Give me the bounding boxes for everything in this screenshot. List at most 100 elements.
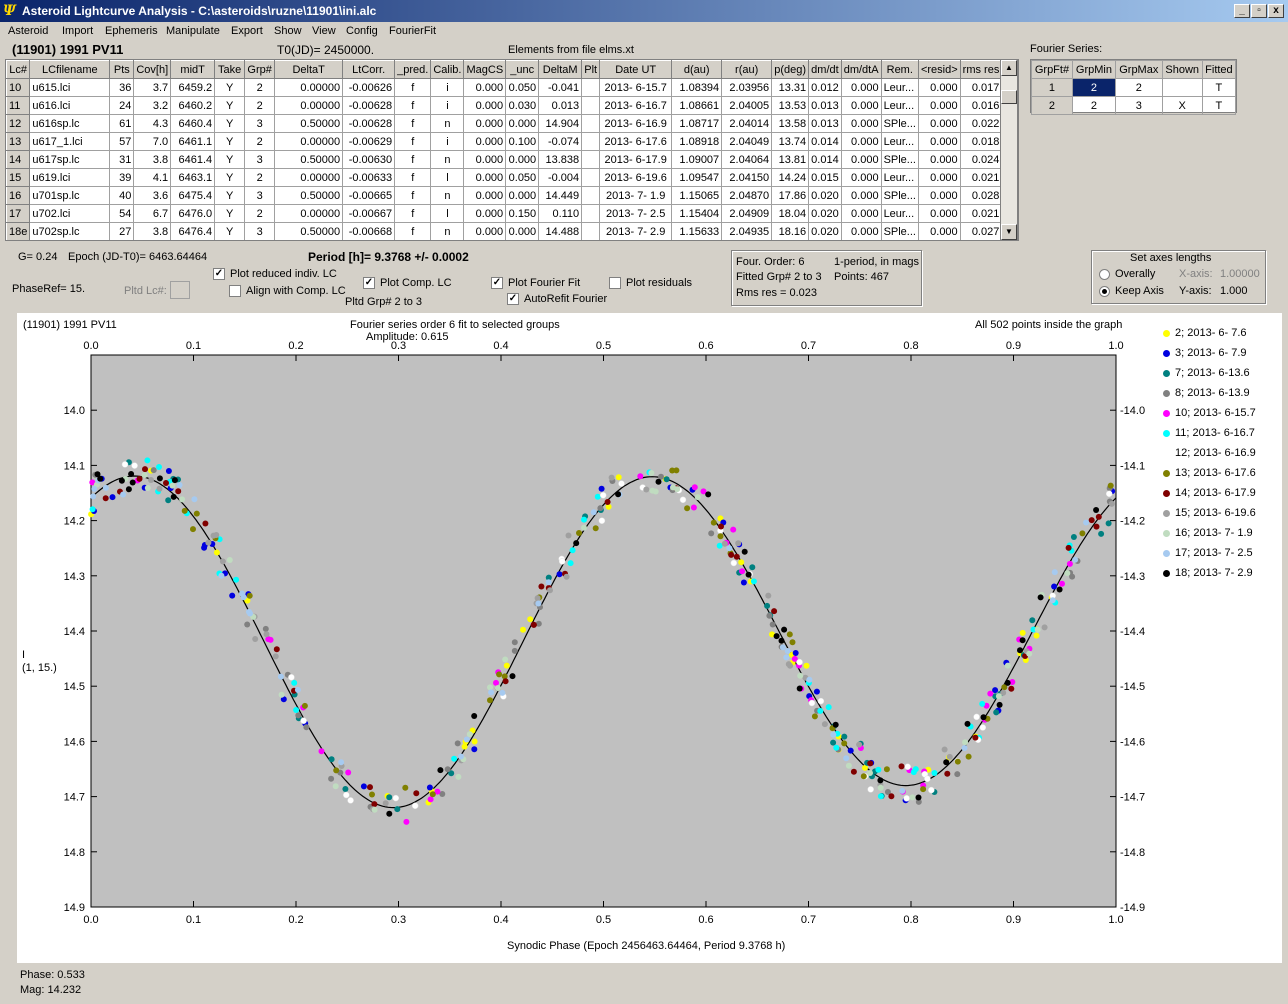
- table-cell[interactable]: 3.6: [133, 186, 172, 205]
- table-cell[interactable]: 2.04909: [721, 204, 773, 223]
- table-cell[interactable]: 0.000: [841, 204, 882, 223]
- table-cell[interactable]: 0.012: [808, 78, 842, 97]
- align-comp-checkbox[interactable]: Align with Comp. LC: [229, 285, 346, 298]
- table-cell[interactable]: 0.000: [918, 186, 961, 205]
- table-cell[interactable]: 3.8: [133, 222, 172, 240]
- table-cell[interactable]: 0.020: [808, 186, 842, 205]
- table-cell[interactable]: 17.86: [771, 186, 810, 205]
- table-cell[interactable]: 0.000: [841, 96, 882, 115]
- fourier-cell[interactable]: 2: [1071, 96, 1116, 115]
- column-header[interactable]: Pts: [109, 60, 135, 79]
- table-cell[interactable]: 0.013: [808, 96, 842, 115]
- minimize-button[interactable]: _: [1234, 4, 1250, 18]
- table-cell[interactable]: -0.00665: [342, 186, 396, 205]
- table-cell[interactable]: n: [430, 222, 465, 240]
- fourier-column-header[interactable]: GrpMax: [1114, 60, 1163, 79]
- fourier-cell[interactable]: 2: [1031, 96, 1073, 115]
- table-cell[interactable]: 2.04014: [721, 114, 773, 133]
- column-header[interactable]: MagCS: [463, 60, 507, 79]
- row-number[interactable]: 15: [6, 168, 31, 187]
- table-cell[interactable]: 2.03956: [721, 78, 773, 97]
- row-number[interactable]: 12: [6, 114, 31, 133]
- table-cell[interactable]: 6461.1: [170, 132, 216, 151]
- table-cell[interactable]: [581, 168, 601, 187]
- menu-manipulate[interactable]: Manipulate: [166, 25, 220, 37]
- table-cell[interactable]: 6476.4: [170, 222, 216, 240]
- table-cell[interactable]: 0.000: [505, 114, 540, 133]
- table-cell[interactable]: 2013- 6-16.9: [599, 114, 673, 133]
- table-cell[interactable]: 0.50000: [274, 150, 344, 169]
- table-cell[interactable]: 6460.2: [170, 96, 216, 115]
- table-cell[interactable]: 0.000: [505, 150, 540, 169]
- table-cell[interactable]: 14.449: [538, 186, 583, 205]
- table-cell[interactable]: 6.7: [133, 204, 172, 223]
- table-cell[interactable]: 0.00000: [274, 96, 344, 115]
- table-cell[interactable]: [581, 186, 601, 205]
- table-cell[interactable]: u702sp.lc: [29, 222, 111, 240]
- table-cell[interactable]: 13.81: [771, 150, 810, 169]
- table-cell[interactable]: 2.04049: [721, 132, 773, 151]
- table-cell[interactable]: SPle...: [881, 222, 919, 240]
- table-cell[interactable]: 2013- 7- 2.9: [599, 222, 673, 240]
- table-cell[interactable]: 1.15065: [671, 186, 723, 205]
- table-cell[interactable]: f: [394, 132, 432, 151]
- table-row[interactable]: 13 u617_1.lci 57 7.0 6461.1 Y 2 0.00000 -0.00629…: [6, 132, 1003, 151]
- table-cell[interactable]: [581, 132, 601, 151]
- table-cell[interactable]: 2.04005: [721, 96, 773, 115]
- table-cell[interactable]: 0.000: [841, 168, 882, 187]
- column-header[interactable]: DeltaM: [538, 60, 583, 79]
- table-cell[interactable]: Y: [214, 168, 246, 187]
- table-cell[interactable]: 4.1: [133, 168, 172, 187]
- table-row[interactable]: 12 u616sp.lc 61 4.3 6460.4 Y 3 0.50000 -0.00628 f…: [6, 114, 1003, 133]
- column-header[interactable]: Grp#: [244, 60, 276, 79]
- table-cell[interactable]: Y: [214, 150, 246, 169]
- table-cell[interactable]: f: [394, 150, 432, 169]
- table-cell[interactable]: u701sp.lc: [29, 186, 111, 205]
- lightcurve-table[interactable]: Lc# LCfilename Pts Cov[h] midT Take Grp# DeltaT…: [5, 59, 1019, 241]
- menu-config[interactable]: Config: [346, 25, 378, 37]
- table-cell[interactable]: 0.000: [918, 96, 961, 115]
- table-cell[interactable]: 0.110: [538, 204, 583, 223]
- table-cell[interactable]: Leur...: [881, 204, 919, 223]
- column-header[interactable]: DeltaT: [274, 60, 344, 79]
- lightcurve-plot[interactable]: 0.0 0.0 0.1 0.1 0.2 0.2 0.3 0.3 0.4 0.4 0.5 0.5 0.6 0…: [17, 313, 1282, 963]
- table-cell[interactable]: f: [394, 222, 432, 240]
- table-cell[interactable]: [581, 204, 601, 223]
- table-cell[interactable]: 0.020: [808, 222, 842, 240]
- table-cell[interactable]: 54: [109, 204, 135, 223]
- fourier-column-header[interactable]: GrpMin: [1071, 60, 1116, 79]
- table-cell[interactable]: Y: [214, 96, 246, 115]
- table-cell[interactable]: 6461.4: [170, 150, 216, 169]
- table-cell[interactable]: -0.00630: [342, 150, 396, 169]
- table-cell[interactable]: 0.000: [463, 96, 507, 115]
- table-cell[interactable]: Y: [214, 132, 246, 151]
- fourier-cell[interactable]: 2: [1071, 78, 1116, 97]
- table-cell[interactable]: 13.74: [771, 132, 810, 151]
- fourier-cell[interactable]: 3: [1114, 96, 1163, 115]
- row-number[interactable]: 11: [6, 96, 31, 115]
- menu-import[interactable]: Import: [62, 25, 93, 37]
- table-cell[interactable]: 0.000: [841, 186, 882, 205]
- table-cell[interactable]: Leur...: [881, 96, 919, 115]
- fourier-cell[interactable]: 2: [1114, 78, 1163, 97]
- overally-radio[interactable]: Overally: [1099, 268, 1155, 280]
- table-cell[interactable]: 0.024: [960, 150, 1003, 169]
- table-cell[interactable]: 6463.1: [170, 168, 216, 187]
- close-button[interactable]: x: [1268, 4, 1284, 18]
- fourier-column-header[interactable]: Fitted: [1201, 60, 1237, 79]
- table-row[interactable]: 17 u702.lci 54 6.7 6476.0 Y 2 0.00000 -0.00667 f l…: [6, 204, 1003, 223]
- table-cell[interactable]: u702.lci: [29, 204, 111, 223]
- table-cell[interactable]: [581, 114, 601, 133]
- table-cell[interactable]: 0.021: [960, 168, 1003, 187]
- table-cell[interactable]: 2.04064: [721, 150, 773, 169]
- table-cell[interactable]: 0.00000: [274, 78, 344, 97]
- table-cell[interactable]: 2013- 6-15.7: [599, 78, 673, 97]
- table-cell[interactable]: 2.04935: [721, 222, 773, 240]
- fourier-column-header[interactable]: Shown: [1161, 60, 1203, 79]
- table-cell[interactable]: u617_1.lci: [29, 132, 111, 151]
- table-cell[interactable]: 4.3: [133, 114, 172, 133]
- table-cell[interactable]: 0.000: [463, 222, 507, 240]
- column-header[interactable]: dm/dtA: [840, 60, 882, 79]
- table-cell[interactable]: Leur...: [881, 132, 919, 151]
- table-cell[interactable]: 0.021: [960, 204, 1003, 223]
